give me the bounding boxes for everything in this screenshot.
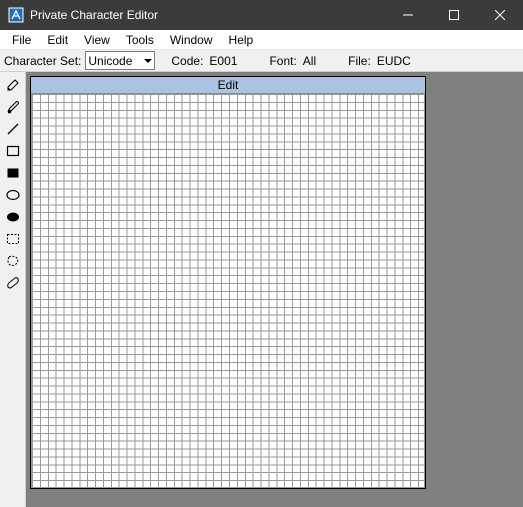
workarea: Edit [0, 72, 523, 507]
code-label: Code: [169, 54, 205, 68]
ellipse-fill-tool-icon [5, 209, 21, 225]
titlebar: Private Character Editor [0, 0, 523, 30]
rect-fill-tool-button[interactable] [2, 162, 24, 184]
freeform-select-tool-button[interactable] [2, 250, 24, 272]
charset-label: Character Set: [2, 54, 83, 68]
menu-window[interactable]: Window [162, 31, 221, 49]
canvas-area: Edit [26, 72, 426, 507]
rect-select-tool-icon [5, 231, 21, 247]
file-value: EUDC [375, 54, 415, 68]
ellipse-fill-tool-button[interactable] [2, 206, 24, 228]
canvas-header: Edit [31, 77, 425, 94]
font-value: All [301, 54, 320, 68]
close-button[interactable] [477, 0, 523, 30]
ellipse-outline-tool-icon [5, 187, 21, 203]
menu-view[interactable]: View [76, 31, 118, 49]
menu-edit[interactable]: Edit [39, 31, 76, 49]
charset-select[interactable]: Unicode [85, 51, 155, 70]
character-grid[interactable] [31, 94, 425, 488]
brush-tool-icon [5, 99, 21, 115]
menu-help[interactable]: Help [221, 31, 262, 49]
menu-tools[interactable]: Tools [118, 31, 162, 49]
rect-outline-tool-button[interactable] [2, 140, 24, 162]
rect-outline-tool-icon [5, 143, 21, 159]
line-tool-icon [5, 121, 21, 137]
pencil-tool-icon [5, 77, 21, 93]
infobar: Character Set: Unicode Code: E001 Font: … [0, 50, 523, 72]
window-title: Private Character Editor [30, 8, 158, 22]
maximize-button[interactable] [431, 0, 477, 30]
freeform-select-tool-icon [5, 253, 21, 269]
edit-panel: Edit [30, 76, 426, 489]
file-label: File: [346, 54, 373, 68]
font-label: Font: [267, 54, 298, 68]
app-icon [8, 7, 24, 23]
minimize-button[interactable] [385, 0, 431, 30]
rect-select-tool-button[interactable] [2, 228, 24, 250]
eraser-tool-icon [5, 275, 21, 291]
line-tool-button[interactable] [2, 118, 24, 140]
code-value: E001 [207, 54, 241, 68]
menu-file[interactable]: File [4, 31, 39, 49]
eraser-tool-button[interactable] [2, 272, 24, 294]
rect-fill-tool-icon [5, 165, 21, 181]
pencil-tool-button[interactable] [2, 74, 24, 96]
toolbox [0, 72, 26, 507]
ellipse-outline-tool-button[interactable] [2, 184, 24, 206]
right-fill [426, 72, 523, 507]
brush-tool-button[interactable] [2, 96, 24, 118]
menubar: File Edit View Tools Window Help [0, 30, 523, 50]
charset-value: Unicode [88, 54, 132, 68]
